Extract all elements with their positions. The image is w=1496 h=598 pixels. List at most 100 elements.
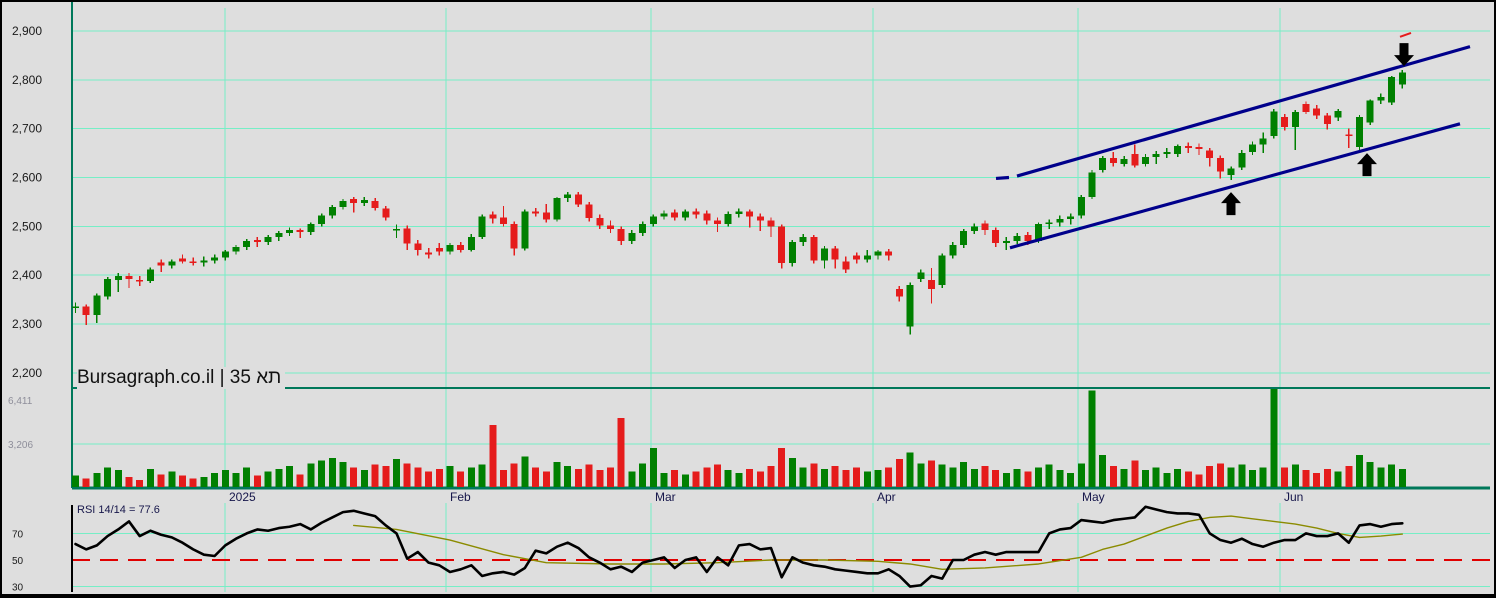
time-tick-label: Apr — [877, 490, 896, 504]
volume-bar — [1067, 472, 1075, 487]
candle-up — [949, 244, 957, 256]
volume-bar — [628, 471, 636, 487]
price-tick-label: 2,500 — [12, 219, 42, 233]
candle-up — [874, 251, 882, 256]
candle-down — [1216, 157, 1224, 172]
candle-up — [863, 255, 871, 260]
candle-down — [179, 258, 186, 262]
volume-bar — [724, 470, 732, 487]
candle-up — [339, 200, 347, 207]
volume-bar — [756, 471, 764, 487]
candle-up — [1099, 157, 1107, 171]
price-tick-label: 2,300 — [12, 317, 42, 331]
volume-bar — [328, 457, 336, 487]
candle-up — [1088, 172, 1096, 198]
time-tick-label: 2025 — [229, 490, 256, 504]
candle-up — [521, 211, 529, 249]
candle-up — [1377, 96, 1385, 101]
time-tick-label: Mar — [655, 490, 676, 504]
candle-up — [1163, 152, 1171, 155]
rsi-tick-label: 30 — [12, 583, 24, 594]
candle-down — [1302, 104, 1310, 113]
candle-down — [981, 223, 989, 231]
volume-bar — [1035, 467, 1042, 487]
candle-up — [735, 211, 743, 215]
candle-up — [1067, 216, 1075, 219]
candle-down — [1195, 147, 1203, 150]
candle-down — [403, 228, 411, 244]
volume-bar — [1313, 472, 1321, 487]
volume-bar — [1163, 472, 1171, 487]
volume-bar — [831, 466, 839, 487]
volume-bar — [414, 467, 422, 487]
volume-bar — [639, 463, 647, 487]
volume-bar — [211, 472, 219, 487]
candle-up — [243, 240, 251, 247]
volume-bar — [371, 464, 379, 487]
candle-up — [1270, 111, 1278, 136]
candle-down — [457, 244, 465, 250]
volume-bar — [350, 467, 358, 487]
candle-down — [692, 211, 700, 215]
volume-bar — [1377, 467, 1385, 487]
volume-bar — [574, 468, 582, 487]
volume-tick-label: 6,411 — [8, 396, 33, 407]
candle-up — [360, 199, 368, 203]
volume-bar — [928, 460, 935, 487]
price-tick-label: 2,600 — [12, 170, 42, 184]
volume-bar — [1002, 472, 1010, 487]
candle-up — [168, 261, 176, 266]
volume-bar — [799, 467, 807, 487]
volume-bar — [1024, 471, 1032, 487]
candle-down — [585, 204, 593, 219]
volume-bar — [1045, 464, 1053, 487]
candle-up — [799, 237, 807, 242]
candle-down — [489, 214, 497, 219]
volume-bar — [1302, 470, 1310, 487]
volume-bar — [489, 424, 497, 487]
volume-bar — [1291, 464, 1299, 487]
volume-bar — [585, 464, 593, 487]
candle-up — [286, 230, 293, 234]
candle-up — [821, 248, 828, 261]
candle-down — [671, 212, 679, 218]
volume-bar — [617, 417, 625, 487]
volume-bar — [82, 478, 90, 487]
candle-up — [307, 223, 315, 233]
price-chart-canvas[interactable]: 2,900 2,800 2,700 2,600 2,500 2,400 2,300 2,200… — [0, 0, 1496, 598]
volume-bar — [853, 467, 861, 487]
volume-bar — [275, 468, 283, 487]
candle-down — [189, 261, 197, 264]
candle-up — [93, 295, 101, 316]
volume-bar — [532, 467, 540, 487]
volume-bar — [1216, 463, 1224, 487]
volume-bar — [93, 472, 101, 487]
candle-down — [810, 237, 818, 261]
candle-up — [1120, 158, 1128, 164]
volume-bar — [104, 467, 112, 487]
candle-down — [992, 230, 1000, 243]
rsi-tick-label: 50 — [12, 556, 24, 567]
candle-up — [104, 279, 112, 297]
candle-up — [478, 216, 486, 238]
candle-down — [542, 212, 550, 220]
candle-up — [660, 213, 668, 217]
volume-bar — [1109, 466, 1117, 487]
candle-down — [414, 243, 422, 250]
time-tick-label: Jun — [1284, 490, 1303, 504]
volume-bar — [318, 460, 326, 487]
candle-down — [703, 213, 711, 221]
candle-up — [200, 260, 208, 263]
candle-down — [1131, 154, 1139, 166]
candle-down — [350, 198, 358, 203]
price-tick-label: 2,900 — [12, 24, 42, 38]
volume-bar — [906, 452, 914, 487]
volume-bar — [1323, 468, 1331, 487]
candle-down — [895, 288, 903, 297]
candle-down — [425, 252, 433, 255]
volume-bar — [286, 466, 293, 487]
candle-down — [767, 220, 775, 227]
candle-up — [1013, 236, 1021, 241]
volume-bar — [938, 464, 946, 487]
candle-down — [1024, 235, 1032, 241]
